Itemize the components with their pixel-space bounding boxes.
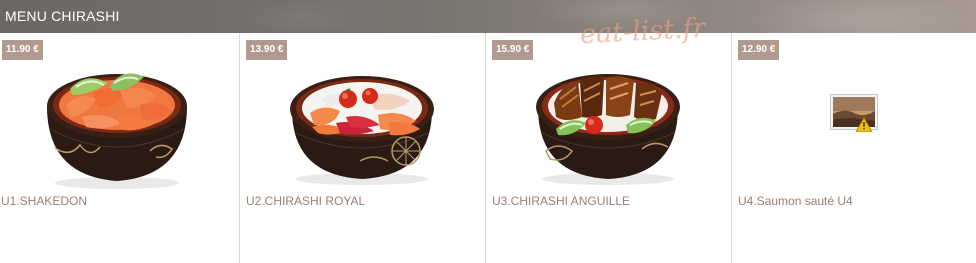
item-name-link[interactable]: U2.CHIRASHI ROYAL	[246, 194, 365, 208]
broken-image-icon	[830, 94, 878, 132]
price-badge: 11.90 €	[2, 40, 43, 60]
price-badge: 15.90 €	[492, 40, 534, 60]
item-name-link[interactable]: U4.Saumon sauté U4	[738, 194, 853, 208]
menu-item-card[interactable]: 13.90 € U2.CHIRASHI ROYAL	[240, 33, 486, 263]
menu-item-card[interactable]: 15.90 € U3.CHIRASHI ANGUILLE	[486, 33, 732, 263]
menu-header: MENU CHIRASHI	[0, 0, 976, 33]
menu-item-card[interactable]: 12.90 € U4.Saumon sauté U4	[732, 33, 976, 263]
item-name-link[interactable]: U3.CHIRASHI ANGUILLE	[492, 194, 630, 208]
item-name-link[interactable]: U1.SHAKEDON	[1, 194, 87, 208]
header-texture	[0, 0, 976, 33]
price-badge: 13.90 €	[246, 40, 288, 60]
menu-item-card[interactable]: 11.90 € U1.SHAKEDON	[0, 33, 240, 263]
menu-title: MENU CHIRASHI	[5, 8, 120, 24]
menu-grid: 11.90 € U1.SHAKEDON 13.90 € U2.CHIRASHI …	[0, 33, 976, 263]
price-badge: 12.90 €	[738, 40, 780, 60]
